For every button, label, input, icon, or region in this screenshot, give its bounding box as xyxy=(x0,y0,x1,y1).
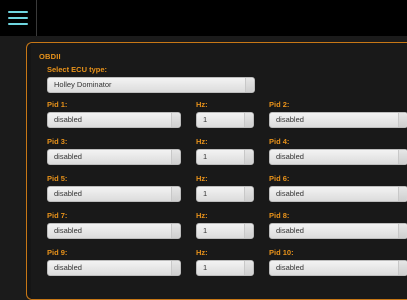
pid-select[interactable]: disabled xyxy=(269,149,407,165)
ecu-type-value: Holley Dominator xyxy=(54,80,112,89)
pid-select-value: disabled xyxy=(276,263,304,272)
chevron-down-icon xyxy=(244,224,253,238)
hz-select-value: 1 xyxy=(203,226,208,235)
hz-select[interactable]: 1 xyxy=(196,112,254,128)
pid-select-value: disabled xyxy=(276,152,304,161)
pid-select[interactable]: disabled xyxy=(47,186,181,202)
pid-select-value: disabled xyxy=(54,115,82,124)
pid-select[interactable]: disabled xyxy=(47,112,181,128)
pid-select[interactable]: disabled xyxy=(47,223,181,239)
chevron-down-icon xyxy=(171,150,180,164)
pid-select[interactable]: disabled xyxy=(269,112,407,128)
top-bar xyxy=(0,0,407,36)
pid-label: Pid 8: xyxy=(269,211,290,220)
hz-label: Hz: xyxy=(196,174,208,183)
pid-select-value: disabled xyxy=(276,226,304,235)
pid-label: Pid 3: xyxy=(47,137,68,146)
chevron-down-icon xyxy=(244,261,253,275)
pid-select[interactable]: disabled xyxy=(269,223,407,239)
pid-select-value: disabled xyxy=(54,226,82,235)
hz-select[interactable]: 1 xyxy=(196,223,254,239)
chevron-down-icon xyxy=(245,78,254,92)
chevron-down-icon xyxy=(244,187,253,201)
chevron-down-icon xyxy=(244,150,253,164)
chevron-down-icon xyxy=(398,224,407,238)
chevron-down-icon xyxy=(171,113,180,127)
panel-title: OBDII xyxy=(39,52,61,61)
chevron-down-icon xyxy=(398,187,407,201)
pid-select[interactable]: disabled xyxy=(47,149,181,165)
hz-select[interactable]: 1 xyxy=(196,186,254,202)
menu-icon-line xyxy=(8,11,28,13)
pid-label: Pid 7: xyxy=(47,211,68,220)
pid-select-value: disabled xyxy=(276,115,304,124)
menu-icon-line xyxy=(8,17,28,19)
pid-select-value: disabled xyxy=(54,189,82,198)
pid-label: Pid 2: xyxy=(269,100,290,109)
hz-select-value: 1 xyxy=(203,263,208,272)
pid-select-value: disabled xyxy=(276,189,304,198)
pid-select[interactable]: disabled xyxy=(269,186,407,202)
pid-select-value: disabled xyxy=(54,263,82,272)
hz-label: Hz: xyxy=(196,248,208,257)
chevron-down-icon xyxy=(171,224,180,238)
hz-select-value: 1 xyxy=(203,115,208,124)
pid-label: Pid 1: xyxy=(47,100,68,109)
pid-label: Pid 6: xyxy=(269,174,290,183)
pid-select[interactable]: disabled xyxy=(47,260,181,276)
chevron-down-icon xyxy=(244,113,253,127)
obdii-panel-body: OBDII Select ECU type: Holley Dominator … xyxy=(31,43,407,299)
pid-label: Pid 9: xyxy=(47,248,68,257)
pid-label: Pid 4: xyxy=(269,137,290,146)
hz-select-value: 1 xyxy=(203,189,208,198)
hz-select[interactable]: 1 xyxy=(196,260,254,276)
pid-select-value: disabled xyxy=(54,152,82,161)
menu-icon-line xyxy=(8,23,28,25)
pid-select[interactable]: disabled xyxy=(269,260,407,276)
hz-label: Hz: xyxy=(196,137,208,146)
hz-select-value: 1 xyxy=(203,152,208,161)
chevron-down-icon xyxy=(398,261,407,275)
hamburger-menu-button[interactable] xyxy=(0,0,37,36)
obdii-panel: OBDII Select ECU type: Holley Dominator … xyxy=(26,42,407,300)
pid-label: Pid 5: xyxy=(47,174,68,183)
hz-label: Hz: xyxy=(196,211,208,220)
ecu-type-select[interactable]: Holley Dominator xyxy=(47,77,255,93)
chevron-down-icon xyxy=(398,150,407,164)
hz-select[interactable]: 1 xyxy=(196,149,254,165)
chevron-down-icon xyxy=(171,261,180,275)
hz-label: Hz: xyxy=(196,100,208,109)
chevron-down-icon xyxy=(398,113,407,127)
chevron-down-icon xyxy=(171,187,180,201)
ecu-type-label: Select ECU type: xyxy=(47,65,108,74)
pid-label: Pid 10: xyxy=(269,248,294,257)
